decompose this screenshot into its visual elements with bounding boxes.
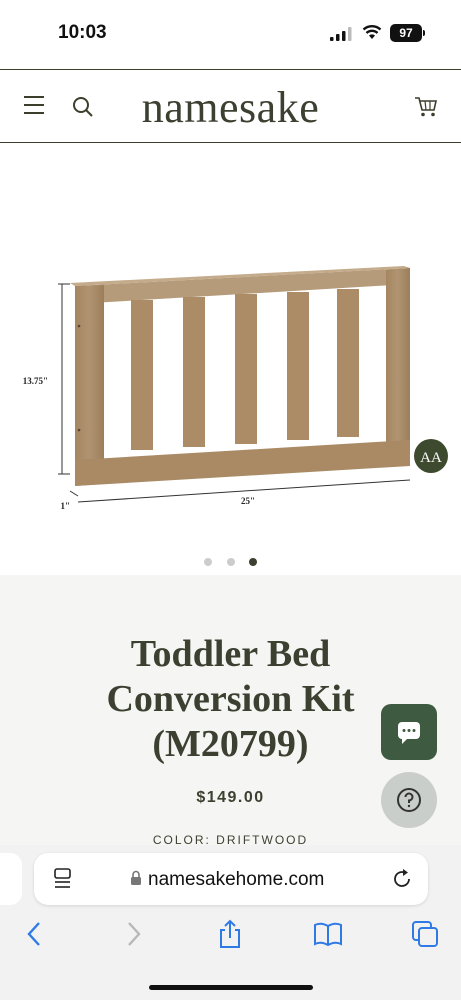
wifi-icon [362,25,382,39]
address-bar[interactable]: namesakehome.com [34,853,428,905]
tabs-icon[interactable] [410,919,440,949]
battery-tip [423,30,425,36]
share-icon[interactable] [215,919,245,949]
product-title-line-1: Toddler Bed [130,633,331,675]
question-mark-icon [397,788,421,812]
cart-icon[interactable] [414,96,438,118]
product-image-carousel[interactable]: 13.75" 1" 25" AA [0,144,461,574]
chat-bubble-icon [398,722,420,744]
battery-indicator: 97 [390,24,422,42]
carousel-dot-1[interactable] [204,558,213,566]
previous-tab-preview[interactable] [0,853,22,905]
home-indicator [149,985,313,990]
carousel-dot-3[interactable] [248,558,257,566]
safari-bottom-bar: namesakehome.com [0,845,461,1000]
product-badge: AA [420,450,442,466]
clock: 10:03 [58,22,107,43]
depth-dimension-label: 1" [61,501,71,511]
carousel-dot-2[interactable] [226,558,235,566]
brand-logo[interactable]: namesake [0,82,461,133]
page-menu-icon[interactable] [52,867,74,891]
cellular-signal-icon [330,27,352,41]
toddler-rail-photo: 13.75" 1" 25" AA [23,266,448,511]
status-bar: 10:03 97 [0,0,461,68]
forward-icon[interactable] [118,919,148,949]
browser-toolbar [0,919,461,959]
carousel-dots [0,553,461,571]
back-icon[interactable] [20,919,50,949]
reload-icon[interactable] [390,867,414,891]
bookmarks-icon[interactable] [313,919,343,949]
height-dimension-label: 13.75" [23,376,48,386]
lock-icon [131,870,141,885]
help-button[interactable] [381,772,437,828]
chat-button[interactable] [381,704,437,760]
width-dimension-label: 25" [241,496,255,506]
site-header: namesake [0,69,461,143]
url-text: namesakehome.com [148,869,325,890]
